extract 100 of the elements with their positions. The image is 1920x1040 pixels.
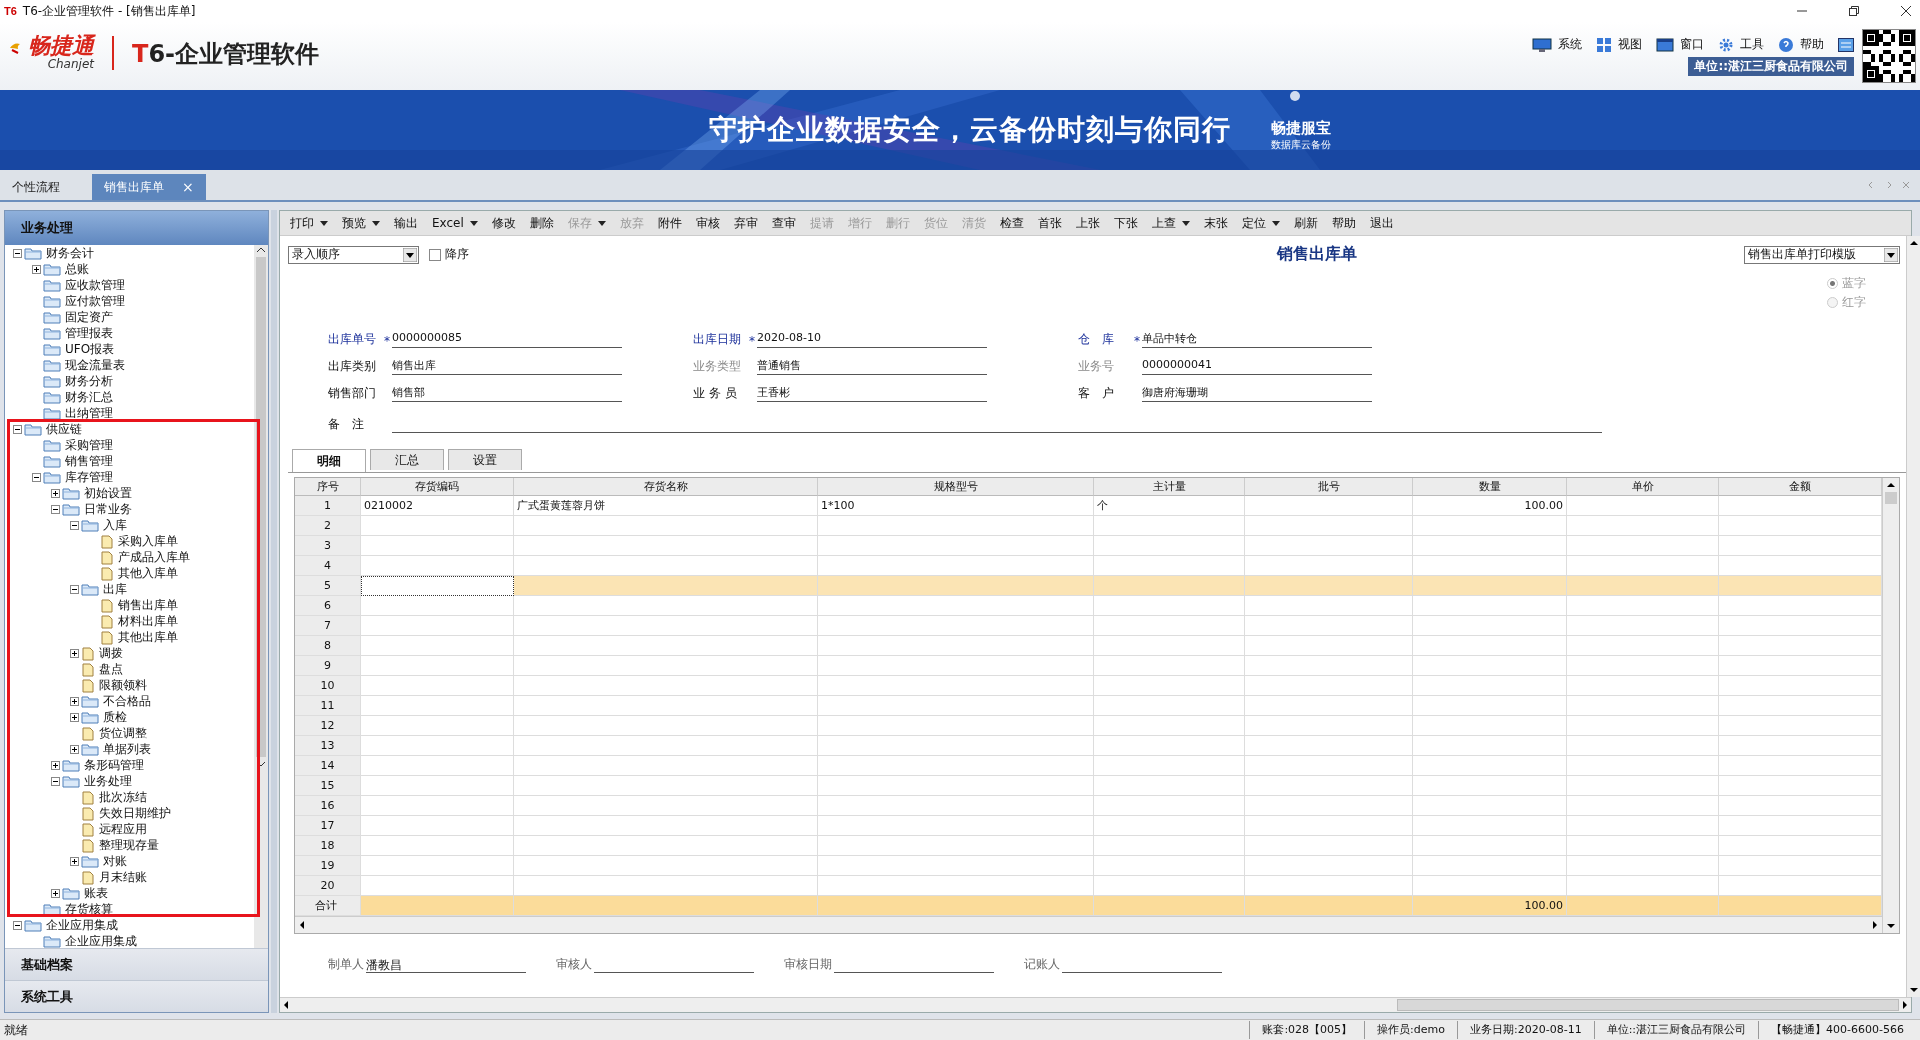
input-field[interactable]: 普通销售 <box>757 358 987 375</box>
tree-item[interactable]: 批次冻结 <box>81 790 147 806</box>
collapse-icon[interactable] <box>70 585 79 595</box>
tree-item[interactable]: 财务汇总 <box>43 390 113 406</box>
collapse-icon[interactable] <box>70 521 79 531</box>
tree-item[interactable]: 销售管理 <box>43 454 113 470</box>
column-header[interactable]: 金额 <box>1719 478 1882 496</box>
tree-item[interactable]: 企业应用集成 <box>24 918 118 934</box>
expand-icon[interactable] <box>51 489 60 499</box>
table-cell[interactable] <box>361 576 514 596</box>
tab-navigation-icon[interactable] <box>1868 180 1912 190</box>
document-tab[interactable]: 个性流程 <box>0 174 72 200</box>
tree-item[interactable]: 产成品入库单 <box>100 550 190 566</box>
close-icon[interactable] <box>1900 5 1912 17</box>
tree-item[interactable]: 质检 <box>81 710 127 726</box>
document-tab[interactable]: 销售出库单 × <box>92 174 206 200</box>
input-field[interactable]: 销售出库 <box>392 358 622 375</box>
table-row[interactable]: 1 0210002 广式蛋黄莲蓉月饼 1*100 个 100.00 <box>295 496 1882 516</box>
table-cell[interactable]: 广式蛋黄莲蓉月饼 <box>514 496 818 516</box>
tree-item[interactable]: 日常业务 <box>62 502 132 518</box>
input-field[interactable]: 潘教昌 <box>366 957 526 973</box>
collapse-icon[interactable] <box>51 505 60 515</box>
scroll-thumb[interactable] <box>1397 999 1899 1011</box>
close-tab-icon[interactable]: × <box>182 179 194 195</box>
expand-icon[interactable] <box>70 857 79 867</box>
input-field[interactable]: 0000000041 <box>1142 358 1372 375</box>
tree-item[interactable]: 材料出库单 <box>100 614 178 630</box>
tree-item[interactable]: 应付款管理 <box>43 294 125 310</box>
tree-item[interactable]: 固定资产 <box>43 310 113 326</box>
section-header[interactable]: 基础档案 <box>5 948 268 981</box>
tree-item[interactable]: 出纳管理 <box>43 406 113 422</box>
sort-dropdown[interactable]: 录入顺序 <box>288 245 419 264</box>
scroll-thumb[interactable] <box>1885 492 1897 504</box>
input-field[interactable]: 销售部 <box>392 385 622 402</box>
tree-item[interactable]: 单据列表 <box>81 742 151 758</box>
column-header[interactable]: 批号 <box>1245 478 1413 496</box>
tree-item[interactable]: UFO报表 <box>43 342 115 358</box>
expand-icon[interactable] <box>32 265 41 275</box>
expand-icon[interactable] <box>70 649 79 659</box>
collapse-icon[interactable] <box>13 425 22 435</box>
menu-item[interactable]: 工具 <box>1718 36 1764 53</box>
tree-item[interactable]: 管理报表 <box>43 326 113 342</box>
collapse-icon[interactable] <box>51 777 60 787</box>
tree-item[interactable]: 出库 <box>81 582 127 598</box>
menu-item[interactable]: 视图 <box>1596 36 1642 53</box>
detail-tab[interactable]: 明细 <box>292 449 366 472</box>
tree-item[interactable]: 企业应用集成 <box>43 934 137 949</box>
tree-item[interactable]: 账表 <box>62 886 108 902</box>
tree-item[interactable]: 限额领料 <box>81 678 147 694</box>
tree-item[interactable]: 条形码管理 <box>62 758 144 774</box>
tree-item[interactable]: 整理现存量 <box>81 838 159 854</box>
tree-item[interactable]: 总账 <box>43 262 89 278</box>
tree-item[interactable]: 采购管理 <box>43 438 113 454</box>
tree-item[interactable]: 盘点 <box>81 662 123 678</box>
panel-icon[interactable] <box>1838 37 1854 52</box>
descending-checkbox[interactable]: 降序 <box>429 246 469 263</box>
column-header[interactable]: 规格型号 <box>818 478 1094 496</box>
tree-item[interactable]: 业务处理 <box>62 774 132 790</box>
table-cell[interactable]: 1*100 <box>818 496 1094 516</box>
tree-item[interactable]: 采购入库单 <box>100 534 178 550</box>
expand-icon[interactable] <box>70 697 79 707</box>
column-header[interactable]: 存货名称 <box>514 478 818 496</box>
section-header[interactable]: 系统工具 <box>5 980 268 1012</box>
table-cell[interactable]: 个 <box>1094 496 1245 516</box>
column-header[interactable]: 数量 <box>1413 478 1567 496</box>
tree-item[interactable]: 对账 <box>81 854 127 870</box>
menu-item[interactable]: 窗口 <box>1656 36 1704 53</box>
detail-tab[interactable]: 设置 <box>448 449 522 470</box>
tree-item[interactable]: 其他入库单 <box>100 566 178 582</box>
input-field[interactable]: 御唐府海珊瑚 <box>1142 385 1372 402</box>
tree-item[interactable]: 现金流量表 <box>43 358 125 374</box>
table-cell[interactable]: 100.00 <box>1413 496 1567 516</box>
tree-item[interactable]: 失效日期维护 <box>81 806 171 822</box>
scrollbar[interactable] <box>1906 236 1920 997</box>
tree-item[interactable]: 入库 <box>81 518 127 534</box>
scrollbar[interactable] <box>280 997 1911 1012</box>
scrollbar[interactable] <box>1882 478 1899 933</box>
template-dropdown[interactable]: 销售出库单打印模版 <box>1744 245 1900 264</box>
menu-item[interactable]: 帮助 <box>1778 36 1824 53</box>
expand-icon[interactable] <box>70 745 79 755</box>
input-field[interactable]: 王香彬 <box>757 385 987 402</box>
tree-item[interactable]: 其他出库单 <box>100 630 178 646</box>
tree-item[interactable]: 财务会计 <box>24 246 94 262</box>
scroll-thumb[interactable] <box>256 256 266 757</box>
tree-item[interactable]: 不合格品 <box>81 694 151 710</box>
tree-item[interactable]: 月末结账 <box>81 870 147 886</box>
tree-item[interactable]: 销售出库单 <box>100 598 178 614</box>
input-field[interactable]: 单品中转仓 <box>1142 331 1372 348</box>
expand-icon[interactable] <box>51 761 60 771</box>
section-header[interactable]: 业务处理 <box>5 211 268 245</box>
input-field[interactable]: 2020-08-10 <box>757 331 987 348</box>
expand-icon[interactable] <box>70 713 79 723</box>
table-cell[interactable]: 0210002 <box>361 496 514 516</box>
collapse-icon[interactable] <box>32 473 41 483</box>
tree-item[interactable]: 应收款管理 <box>43 278 125 294</box>
tree-item[interactable]: 远程应用 <box>81 822 147 838</box>
detail-tab[interactable]: 汇总 <box>370 449 444 470</box>
tree-item[interactable]: 调拨 <box>81 646 123 662</box>
column-header[interactable]: 存货编码 <box>361 478 514 496</box>
collapse-icon[interactable] <box>13 249 22 259</box>
